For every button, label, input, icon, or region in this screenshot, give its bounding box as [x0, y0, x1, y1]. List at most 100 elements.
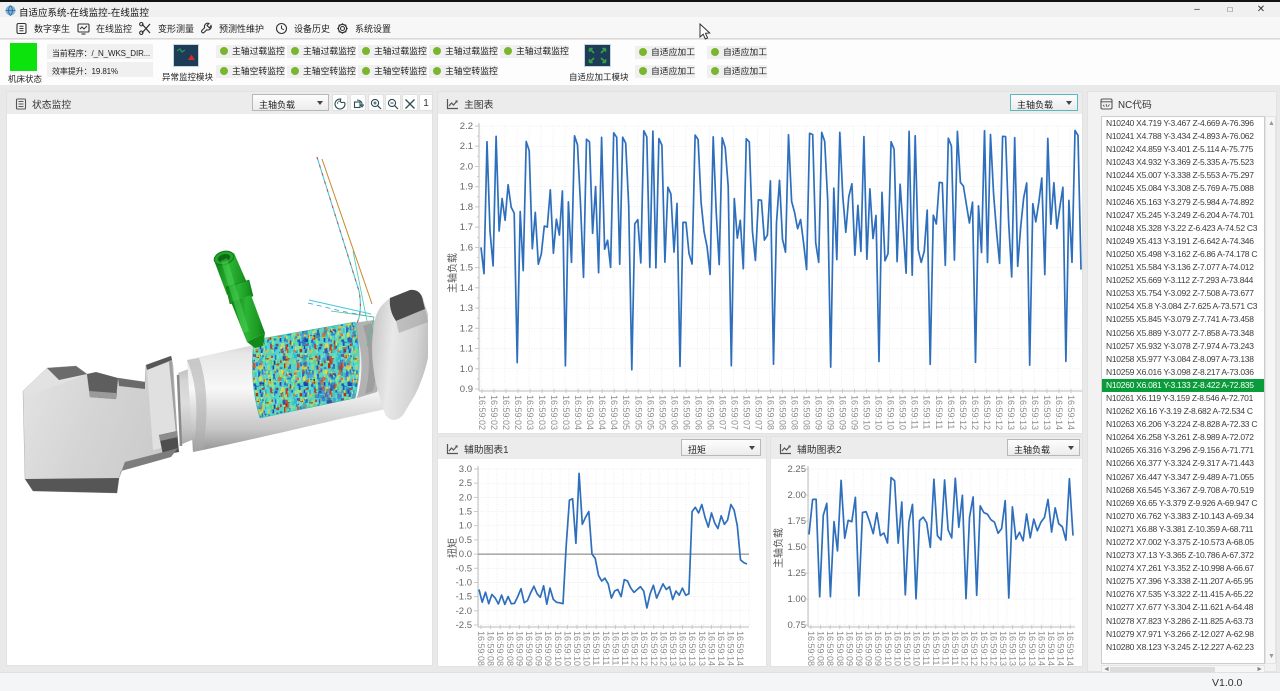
svg-text:16:59:02: 16:59:02 [477, 395, 487, 430]
svg-text:-0.5: -0.5 [456, 563, 472, 574]
svg-text:-1.5: -1.5 [456, 592, 472, 603]
svg-text:16:59:14: 16:59:14 [1054, 395, 1064, 430]
svg-text:16:59:05: 16:59:05 [657, 395, 667, 430]
svg-text:16:59:11: 16:59:11 [931, 631, 941, 665]
svg-text:16:59:14: 16:59:14 [1056, 631, 1066, 666]
svg-text:16:59:09: 16:59:09 [873, 631, 883, 666]
svg-text:16:59:03: 16:59:03 [537, 395, 547, 430]
svg-text:2.2: 2.2 [460, 121, 473, 132]
svg-text:16:59:09: 16:59:09 [864, 631, 874, 666]
svg-text:16:59:12: 16:59:12 [969, 631, 979, 666]
svg-text:16:59:02: 16:59:02 [501, 395, 511, 430]
svg-text:1.25: 1.25 [788, 568, 807, 579]
svg-text:1.2: 1.2 [460, 323, 473, 334]
svg-text:1.50: 1.50 [788, 542, 807, 553]
svg-text:16:59:13: 16:59:13 [1006, 395, 1016, 430]
svg-text:16:59:06: 16:59:06 [693, 395, 703, 430]
svg-text:16:59:13: 16:59:13 [1042, 395, 1052, 430]
svg-text:16:59:11: 16:59:11 [950, 631, 960, 665]
svg-text:16:59:13: 16:59:13 [697, 631, 707, 666]
svg-text:16:59:11: 16:59:11 [591, 631, 601, 665]
svg-text:16:59:09: 16:59:09 [543, 631, 553, 666]
svg-text:16:59:14: 16:59:14 [1065, 631, 1075, 666]
svg-text:16:59:12: 16:59:12 [649, 631, 659, 666]
svg-text:16:59:03: 16:59:03 [525, 395, 535, 430]
svg-text:16:59:11: 16:59:11 [910, 395, 920, 429]
svg-text:16:59:10: 16:59:10 [898, 395, 908, 430]
svg-text:1.3: 1.3 [460, 303, 473, 314]
svg-text:-2.5: -2.5 [456, 620, 472, 631]
svg-text:16:59:09: 16:59:09 [854, 631, 864, 666]
svg-text:16:59:13: 16:59:13 [998, 631, 1008, 666]
svg-text:-1.0: -1.0 [456, 578, 472, 589]
svg-text:16:59:11: 16:59:11 [922, 395, 932, 429]
svg-text:16:59:13: 16:59:13 [1030, 395, 1040, 430]
svg-text:16:59:10: 16:59:10 [862, 395, 872, 430]
svg-text:扭矩: 扭矩 [446, 538, 459, 558]
svg-text:16:59:08: 16:59:08 [790, 395, 800, 430]
svg-text:16:59:05: 16:59:05 [633, 395, 643, 430]
svg-text:16:59:06: 16:59:06 [681, 395, 691, 430]
svg-text:1.6: 1.6 [460, 242, 473, 253]
svg-text:-2.0: -2.0 [456, 606, 472, 617]
svg-text:16:59:12: 16:59:12 [639, 631, 649, 666]
svg-text:16:59:08: 16:59:08 [835, 631, 845, 666]
svg-text:16:59:09: 16:59:09 [826, 395, 836, 430]
svg-text:1.5: 1.5 [460, 263, 473, 274]
svg-text:1.0: 1.0 [459, 521, 472, 532]
svg-text:1.5: 1.5 [459, 507, 472, 518]
svg-text:16:59:11: 16:59:11 [934, 395, 944, 429]
svg-text:16:59:03: 16:59:03 [561, 395, 571, 430]
svg-text:1.8: 1.8 [460, 202, 473, 213]
svg-text:1.00: 1.00 [788, 594, 807, 605]
svg-text:16:59:12: 16:59:12 [982, 395, 992, 430]
svg-text:16:59:13: 16:59:13 [1017, 631, 1027, 666]
svg-text:16:59:09: 16:59:09 [850, 395, 860, 430]
svg-text:16:59:11: 16:59:11 [620, 631, 630, 665]
svg-text:2.5: 2.5 [459, 478, 472, 489]
svg-text:3.0: 3.0 [459, 464, 472, 475]
svg-text:16:59:11: 16:59:11 [946, 395, 956, 429]
svg-text:16:59:13: 16:59:13 [678, 631, 688, 666]
svg-text:16:59:10: 16:59:10 [883, 631, 893, 666]
svg-text:16:59:12: 16:59:12 [658, 631, 668, 666]
svg-text:16:59:07: 16:59:07 [729, 395, 739, 430]
svg-text:16:59:07: 16:59:07 [717, 395, 727, 430]
svg-text:16:59:12: 16:59:12 [994, 395, 1004, 430]
svg-text:0.5: 0.5 [459, 535, 472, 546]
svg-text:16:59:08: 16:59:08 [816, 631, 826, 666]
svg-text:16:59:09: 16:59:09 [514, 631, 524, 666]
svg-text:16:59:06: 16:59:06 [669, 395, 679, 430]
svg-text:16:59:06: 16:59:06 [705, 395, 715, 430]
svg-text:0.0: 0.0 [459, 549, 472, 560]
svg-text:16:59:14: 16:59:14 [1036, 631, 1046, 666]
svg-text:16:59:07: 16:59:07 [754, 395, 764, 430]
svg-text:16:59:04: 16:59:04 [573, 395, 583, 430]
svg-text:16:59:14: 16:59:14 [1066, 395, 1076, 430]
svg-text:16:59:07: 16:59:07 [741, 395, 751, 430]
svg-text:16:59:10: 16:59:10 [892, 631, 902, 666]
svg-text:16:59:14: 16:59:14 [1046, 631, 1056, 666]
svg-text:16:59:04: 16:59:04 [609, 395, 619, 430]
svg-text:16:59:12: 16:59:12 [979, 631, 989, 666]
svg-text:0.9: 0.9 [460, 384, 473, 395]
svg-text:16:59:11: 16:59:11 [921, 631, 931, 665]
svg-text:16:59:08: 16:59:08 [476, 631, 486, 666]
svg-text:16:59:12: 16:59:12 [988, 631, 998, 666]
svg-text:0.75: 0.75 [788, 620, 807, 631]
svg-text:16:59:09: 16:59:09 [814, 395, 824, 430]
svg-text:16:59:08: 16:59:08 [495, 631, 505, 666]
svg-text:16:59:08: 16:59:08 [766, 395, 776, 430]
svg-text:16:59:11: 16:59:11 [601, 631, 611, 665]
svg-text:16:59:13: 16:59:13 [1018, 395, 1028, 430]
svg-text:16:59:10: 16:59:10 [912, 631, 922, 666]
svg-text:16:59:14: 16:59:14 [735, 631, 745, 666]
svg-text:16:59:05: 16:59:05 [645, 395, 655, 430]
svg-text:16:59:10: 16:59:10 [572, 631, 582, 666]
svg-text:16:59:08: 16:59:08 [806, 631, 816, 666]
svg-text:16:59:11: 16:59:11 [610, 631, 620, 665]
svg-text:16:59:10: 16:59:10 [902, 631, 912, 666]
svg-text:1.0: 1.0 [460, 364, 473, 375]
svg-text:1.1: 1.1 [460, 344, 473, 355]
svg-text:16:59:12: 16:59:12 [958, 395, 968, 430]
